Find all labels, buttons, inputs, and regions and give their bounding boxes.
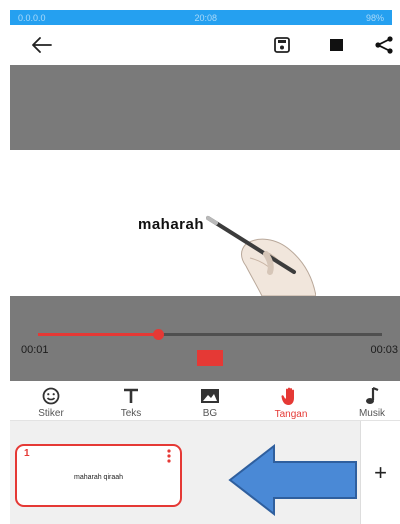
player-controls: 00:01 00:03	[10, 296, 400, 381]
scene-card[interactable]: 1 maharah qiraah	[15, 444, 182, 507]
tab-teks[interactable]: Teks	[99, 381, 163, 421]
tab-label-stiker: Stiker	[38, 408, 64, 419]
smiley-icon	[42, 387, 60, 405]
add-scene-button[interactable]: +	[360, 421, 400, 524]
tab-label-musik: Musik	[358, 408, 386, 419]
scene-title: maharah qiraah	[73, 474, 124, 481]
status-clock: 20:08	[194, 12, 218, 23]
more-vert-icon[interactable]	[167, 449, 171, 463]
stop-square-icon	[329, 39, 343, 51]
preview-letterbox-top	[10, 65, 400, 150]
top-app-bar	[10, 25, 400, 65]
current-time: 00:01	[21, 344, 49, 356]
seek-progress	[38, 333, 159, 336]
floppy-save-icon	[274, 37, 290, 53]
tab-label-teks: Teks	[120, 408, 142, 419]
seek-bar[interactable]	[38, 329, 382, 340]
blue-arrow-annotation-icon	[228, 444, 357, 516]
image-icon	[201, 389, 219, 403]
arrow-back-icon	[32, 37, 52, 53]
canvas-text: maharah	[138, 216, 205, 233]
stop-button[interactable]	[318, 25, 354, 65]
scene-strip: 1 maharah qiraah +	[10, 421, 400, 524]
status-left: 0.0.0.0	[18, 12, 46, 23]
music-note-icon	[366, 387, 379, 404]
seek-thumb[interactable]	[153, 329, 165, 340]
save-button[interactable]	[264, 25, 300, 65]
tool-tabbar: Stiker Teks BG Tangan Musik	[10, 381, 400, 421]
hand-icon	[281, 387, 294, 405]
status-battery: 98%	[365, 12, 384, 23]
add-scene-label: +	[374, 459, 387, 485]
share-button[interactable]	[366, 25, 400, 65]
video-preview: maharah 00:01 00:03	[10, 65, 400, 381]
tab-stiker[interactable]: Stiker	[19, 381, 83, 421]
status-bar: 0.0.0.0 20:08 98%	[10, 10, 392, 25]
back-button[interactable]	[24, 25, 60, 65]
tab-label-bg: BG	[202, 408, 218, 419]
tab-label-tangan: Tangan	[274, 409, 308, 420]
text-icon	[124, 388, 138, 403]
total-time: 00:03	[370, 344, 398, 356]
tab-bg[interactable]: BG	[178, 381, 242, 421]
tab-musik[interactable]: Musik	[340, 381, 400, 421]
drawing-canvas[interactable]: maharah	[10, 150, 400, 296]
scene-number: 1	[24, 448, 30, 459]
tab-tangan[interactable]: Tangan	[259, 381, 323, 421]
record-button[interactable]	[197, 350, 223, 366]
drawing-hand-image	[206, 216, 316, 296]
share-icon	[375, 36, 393, 54]
